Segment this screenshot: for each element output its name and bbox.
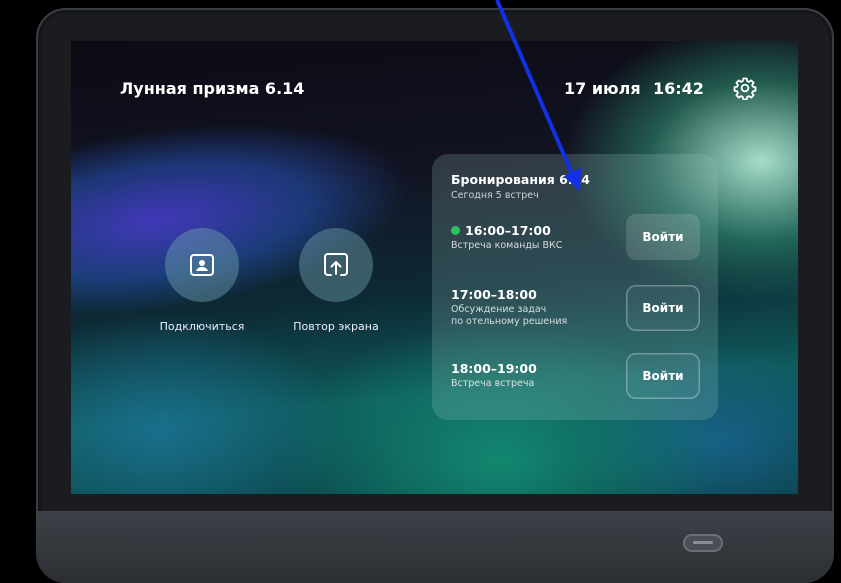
connect-button[interactable]: Подключиться [152, 228, 252, 333]
contact-card-icon [190, 254, 214, 276]
bookings-subtitle: Сегодня 5 встреч [451, 190, 539, 201]
current-date: 17 июля [564, 79, 641, 98]
current-time: 16:42 [653, 79, 704, 98]
gear-icon[interactable] [733, 76, 757, 100]
active-status-dot [451, 226, 460, 235]
screen-share-icon [324, 253, 348, 276]
enter-button[interactable]: Войти [626, 285, 700, 331]
enter-button[interactable]: Войти [626, 353, 700, 399]
booking-time: 16:00–17:00 [465, 223, 551, 238]
bookings-panel: Бронирования 6.14 Сегодня 5 встреч 16:00… [432, 154, 718, 420]
screen-mirror-button[interactable]: Повтор экрана [286, 228, 386, 333]
connect-button-circle[interactable] [165, 228, 239, 302]
connect-label: Подключиться [159, 320, 245, 333]
enter-button[interactable]: Войти [626, 214, 700, 260]
bookings-title: Бронирования 6.14 [451, 172, 590, 187]
home-button[interactable] [683, 534, 723, 552]
device-name: Лунная призма 6.14 [120, 79, 305, 98]
screen: Лунная призма 6.14 17 июля 16:42 Подключ… [71, 41, 798, 494]
screen-mirror-label: Повтор экрана [293, 320, 379, 333]
screen-mirror-button-circle[interactable] [299, 228, 373, 302]
